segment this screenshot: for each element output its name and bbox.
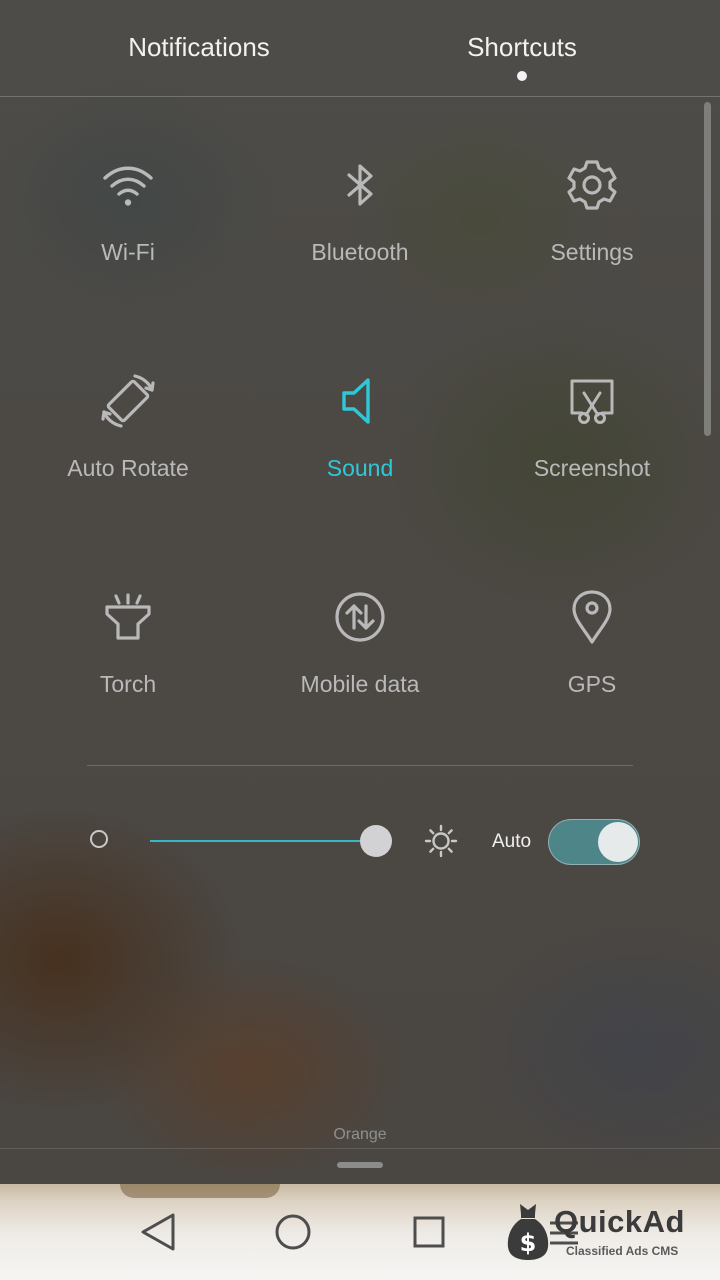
tile-bluetooth[interactable]: Bluetooth (244, 155, 476, 355)
brightness-high-icon (424, 824, 458, 858)
tab-bar: Notifications Shortcuts (0, 0, 720, 96)
home-icon[interactable] (269, 1208, 317, 1256)
watermark-subtitle: Classified Ads CMS (566, 1244, 679, 1258)
location-pin-icon (562, 587, 622, 647)
money-bag-icon: $ (504, 1200, 552, 1262)
auto-brightness-toggle-knob[interactable] (598, 822, 638, 862)
tile-wifi[interactable]: Wi-Fi (12, 155, 244, 355)
active-tab-indicator (517, 71, 527, 81)
bottom-divider (0, 1148, 720, 1149)
tile-label: GPS (567, 671, 617, 697)
tile-torch[interactable]: Torch (12, 587, 244, 787)
watermark-title: QuickAd (554, 1204, 685, 1239)
svg-text:$: $ (520, 1229, 537, 1257)
mobile-data-icon (330, 587, 390, 647)
tile-label: Sound (326, 455, 394, 481)
header-divider (0, 96, 720, 97)
watermark: $ QuickAd Classified Ads CMS (504, 1200, 714, 1266)
wallpaper-object (120, 1184, 280, 1198)
brightness-divider (87, 765, 633, 766)
brightness-slider[interactable] (150, 840, 376, 842)
tile-screenshot[interactable]: Screenshot (476, 371, 708, 571)
tile-label: Torch (99, 671, 157, 697)
speaker-icon (330, 371, 390, 431)
tab-shortcuts[interactable]: Shortcuts (430, 32, 614, 63)
tile-gps[interactable]: GPS (476, 587, 708, 787)
bluetooth-icon (330, 155, 390, 215)
gear-icon (562, 155, 622, 215)
tile-label: Auto Rotate (67, 455, 189, 481)
carrier-label: Orange (333, 1126, 387, 1143)
drag-handle[interactable] (337, 1162, 383, 1168)
tile-settings[interactable]: Settings (476, 155, 708, 355)
tile-sound[interactable]: Sound (244, 371, 476, 571)
auto-rotate-icon (98, 371, 158, 431)
wifi-icon (98, 155, 158, 215)
tile-auto-rotate[interactable]: Auto Rotate (12, 371, 244, 571)
torch-icon (98, 587, 158, 647)
brightness-slider-thumb[interactable] (360, 825, 392, 857)
tile-label: Screenshot (533, 455, 651, 481)
tile-label: Bluetooth (311, 239, 409, 265)
auto-brightness-label: Auto (492, 831, 532, 852)
screenshot-icon (562, 371, 622, 431)
tile-mobile-data[interactable]: Mobile data (244, 587, 476, 787)
back-icon[interactable] (134, 1208, 182, 1256)
brightness-low-icon (90, 830, 108, 848)
tile-label: Settings (550, 239, 634, 265)
tile-label: Wi-Fi (101, 239, 155, 265)
tab-notifications[interactable]: Notifications (90, 32, 308, 63)
recents-icon[interactable] (405, 1208, 453, 1256)
tile-label: Mobile data (300, 671, 420, 697)
